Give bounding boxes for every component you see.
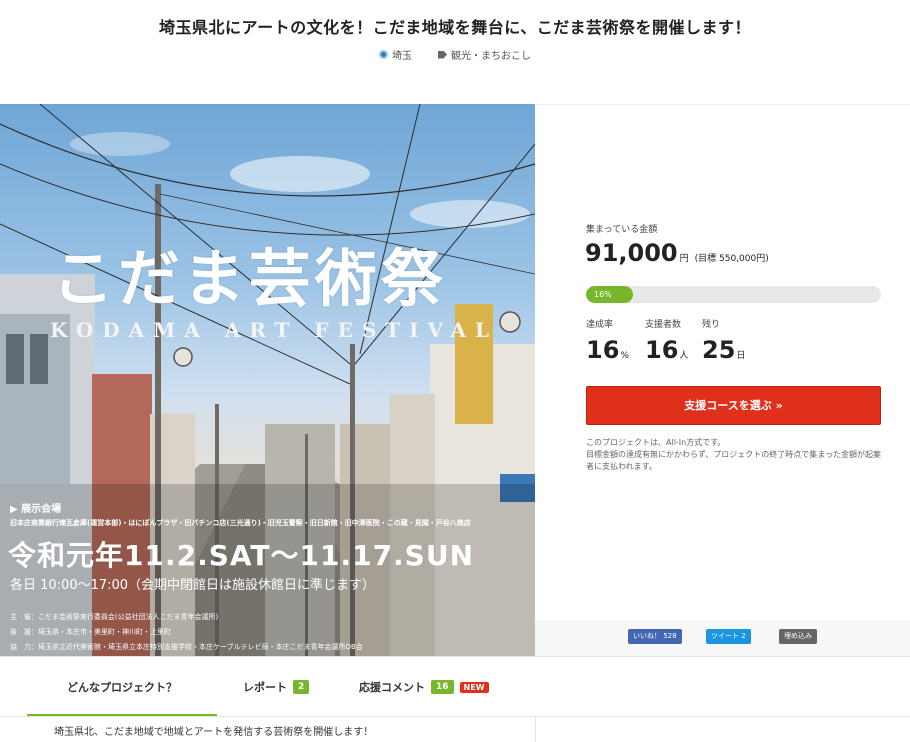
all-in-note: このプロジェクトは、All-In方式です。 目標金額の達成有無にかかわらず、プロ… xyxy=(586,437,886,473)
select-course-button[interactable]: 支援コースを選ぶ » xyxy=(586,386,881,425)
funding-progress-fill: 16% xyxy=(586,286,634,303)
tab-about[interactable]: どんなプロジェクト？ xyxy=(67,679,177,695)
stat-remaining-unit: 日 xyxy=(736,351,746,361)
project-summary: 埼玉県北、こだま地域で地域とアートを発信する芸術祭を開催します！ xyxy=(54,727,374,738)
facebook-like-button[interactable]: いいね！ 528 xyxy=(628,629,682,644)
cooperation-line: 協 力：埼玉県立近代美術館・埼玉県立本庄特別支援学校・本庄ケーブルテレビ局・本庄… xyxy=(10,643,363,651)
stat-supporters-label: 支援者数 xyxy=(645,320,682,330)
embed-button[interactable]: 埋め込み xyxy=(779,629,817,644)
festival-logo-title: こだま芸術祭 xyxy=(52,242,447,315)
all-in-note-line1: このプロジェクトは、All-In方式です。 xyxy=(586,438,726,447)
organizer-line: 主 催：こだま芸術祭実行委員会(公益社団法人こだま青年会議所) xyxy=(10,613,219,621)
hero-image: こだま芸術祭 KODAMA ART FESTIVAL ▶ 展示会場 旧本庄商業銀… xyxy=(0,104,535,656)
stat-supporters-unit: 人 xyxy=(679,351,689,361)
raised-amount-value: 91,000 xyxy=(585,239,678,267)
stat-achievement-unit: % xyxy=(620,351,629,361)
reports-count-badge: 2 xyxy=(293,680,310,694)
raised-amount: 91,000 円 (目標 550,000円) xyxy=(585,239,769,267)
stat-supporters: 支援者数 16人 xyxy=(645,317,688,364)
location-pin-icon xyxy=(379,50,388,59)
stat-supporters-value: 16人 xyxy=(645,336,688,364)
tab-reports-label: レポート xyxy=(243,681,287,694)
stat-achievement-label: 達成率 xyxy=(586,320,614,330)
category-tag[interactable]: 観光・まちおこし xyxy=(438,47,531,62)
support-line: 後 援：埼玉県・本庄市・美里町・神川町・上里町 xyxy=(10,628,171,636)
all-in-note-line2: 目標金額の達成有無にかかわらず、プロジェクトの終了時点で集まった金額が起案者に支… xyxy=(586,450,881,471)
description-bar: 埼玉県北、こだま地域で地域とアートを発信する芸術祭を開催します！ xyxy=(0,716,910,742)
venue-label: ▶ 展示会場 xyxy=(10,504,62,515)
comments-count-badge: 16 xyxy=(431,680,454,694)
column-divider xyxy=(535,717,536,742)
stat-remaining: 残り 25日 xyxy=(702,317,745,364)
stat-achievement-value: 16% xyxy=(586,336,629,364)
festival-hours: 各日 10:00～17:00（会期中閉館日は施設休館日に準じます） xyxy=(10,578,376,593)
tab-reports[interactable]: レポート 2 xyxy=(243,679,310,695)
festival-logo-subtitle: KODAMA ART FESTIVAL xyxy=(50,318,499,342)
stat-remaining-label: 残り xyxy=(702,320,721,330)
tab-comments[interactable]: 応援コメント 16 NEW xyxy=(359,679,489,695)
new-badge: NEW xyxy=(459,681,489,693)
tab-comments-label: 応援コメント xyxy=(359,681,425,694)
location-tag-label: 埼玉 xyxy=(392,51,412,62)
project-header: 埼玉県北にアートの文化を！こだま地域を舞台に、こだま芸術祭を開催します！ 埼玉 … xyxy=(0,0,910,104)
stat-remaining-value: 25日 xyxy=(702,336,745,364)
goal-amount: (目標 550,000円) xyxy=(694,254,769,264)
stat-achievement-number: 16 xyxy=(586,336,620,364)
tag-icon xyxy=(438,50,447,59)
twitter-tweet-button[interactable]: ツイート 2 xyxy=(706,629,751,644)
raised-label: 集まっている金額 xyxy=(586,225,658,235)
stat-remaining-number: 25 xyxy=(702,336,736,364)
category-tag-label: 観光・まちおこし xyxy=(451,51,531,62)
project-title: 埼玉県北にアートの文化を！こだま地域を舞台に、こだま芸術祭を開催します！ xyxy=(159,18,751,37)
raised-amount-unit: 円 xyxy=(679,254,689,264)
funding-panel: 集まっている金額 91,000 円 (目標 550,000円) 16% 達成率 16… xyxy=(535,104,910,657)
tab-about-label: どんなプロジェクト？ xyxy=(67,681,177,694)
location-tag[interactable]: 埼玉 xyxy=(379,47,412,62)
project-tags: 埼玉 観光・まちおこし xyxy=(0,47,910,62)
stat-achievement: 達成率 16% xyxy=(586,317,629,364)
stat-supporters-number: 16 xyxy=(645,336,679,364)
venue-list: 旧本庄商業銀行煉瓦倉庫(運営本部)・はにぽんプラザ・旧パチンコ店(三光通り)・旧… xyxy=(10,519,471,527)
funding-progress-bar: 16% xyxy=(586,286,881,303)
festival-dates: 令和元年11.2.SAT～11.17.SUN xyxy=(8,539,475,572)
project-tabs: どんなプロジェクト？ レポート 2 応援コメント 16 NEW xyxy=(0,656,910,717)
